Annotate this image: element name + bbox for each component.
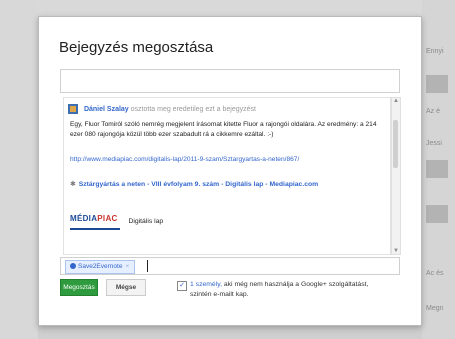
article-title-link[interactable]: ✱ Sztárgyártás a neten - VIII évfolyam 9.…: [70, 180, 370, 190]
dialog-title: Bejegyzés megosztása: [59, 39, 214, 56]
cancel-button[interactable]: Mégse: [106, 279, 146, 296]
article-title-text: Sztárgyártás a neten - VIII évfolyam 9. …: [78, 181, 319, 188]
author-avatar-icon: [68, 104, 78, 114]
logo-caption: Digitális lap: [128, 218, 164, 226]
background-label: Az é: [426, 108, 441, 115]
post-author-name[interactable]: Dániel Szalay: [84, 106, 129, 113]
email-checkbox[interactable]: ✓: [177, 281, 187, 291]
post-body-text: Egy, Fluor Tomiról szóló nemrég megjelen…: [70, 121, 377, 138]
mediapiac-logo: MÉDIAPIAC: [70, 214, 120, 230]
background-right-panel: Ennyi Az é Jessi Ac és Megn: [422, 0, 455, 339]
scroll-down-arrow-icon[interactable]: ▼: [392, 248, 400, 254]
recipient-chip-label: Save2Evernote: [78, 263, 123, 270]
remove-chip-icon[interactable]: ×: [125, 263, 129, 270]
circle-icon: [70, 263, 76, 269]
post-link[interactable]: http://www.mediapiac.com/digitalis-lap/2…: [70, 155, 320, 165]
background-thumbnail: [426, 205, 448, 223]
background-thumbnail: [426, 160, 448, 178]
scrollbar-thumb[interactable]: [393, 120, 398, 168]
background-left-panel: [0, 0, 38, 339]
post-author-row: Dániel Szalay osztotta meg eredetileg ez…: [68, 104, 256, 114]
preview-scrollbar[interactable]: ▲ ▼: [391, 97, 401, 255]
email-notice: 1 személy, aki még nem használja a Googl…: [190, 280, 390, 299]
scroll-up-arrow-icon[interactable]: ▲: [392, 98, 400, 104]
email-recipients-link[interactable]: 1 személy,: [190, 281, 222, 288]
recipients-input[interactable]: Save2Evernote ×: [60, 257, 400, 275]
background-label: Megn: [426, 305, 444, 312]
article-favicon-icon: ✱: [70, 181, 76, 188]
background-label: Ac és: [426, 270, 444, 277]
share-dialog: Bejegyzés megosztása Dániel Szalay oszto…: [38, 16, 422, 326]
background-label: Ennyi: [426, 48, 444, 55]
background-thumbnail: [426, 75, 448, 93]
text-caret: [147, 260, 148, 272]
post-author-action: osztotta meg eredetileg ezt a bejegyzést: [130, 105, 256, 113]
background-top-bar: [38, 0, 422, 16]
comment-input[interactable]: [60, 69, 400, 93]
recipient-chip[interactable]: Save2Evernote ×: [65, 260, 136, 274]
share-button[interactable]: Megosztás: [60, 279, 98, 296]
article-logo-row: MÉDIAPIAC Digitális lap: [70, 213, 164, 230]
shared-post-preview: Dániel Szalay osztotta meg eredetileg ez…: [63, 97, 391, 255]
background-label: Jessi: [426, 140, 442, 147]
